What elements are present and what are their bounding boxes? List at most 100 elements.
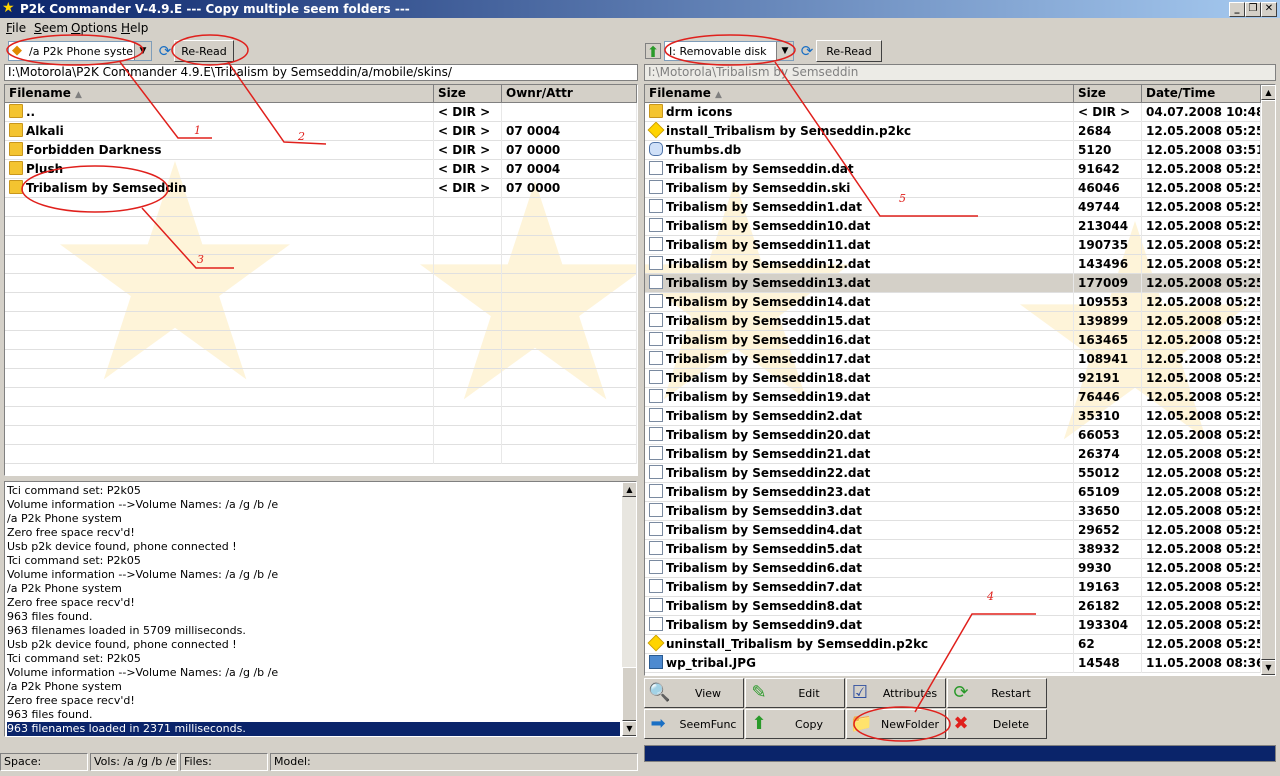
table-row[interactable]: Tribalism by Semseddin1.dat 49744 12.05.20… [645, 198, 1261, 217]
table-row[interactable]: Tribalism by Semseddin22.dat 55012 12.05.2… [645, 464, 1261, 483]
right-drive-select[interactable]: I: Removable disk ▼ [664, 41, 794, 61]
log-line[interactable]: Zero free space recv'd! [7, 596, 620, 610]
table-row[interactable]: wp_tribal.JPG 14548 11.05.2008 08:36 [645, 654, 1261, 673]
table-row[interactable]: Tribalism by Semseddin19.dat 76446 12.05.2… [645, 388, 1261, 407]
table-row[interactable]: Tribalism by Semseddin.dat 91642 12.05.200… [645, 160, 1261, 179]
log-line[interactable]: 963 files found. [7, 610, 620, 624]
attributes-button[interactable]: ☑ Attributes [846, 678, 946, 708]
log-line[interactable]: Tci command set: P2k05 [7, 554, 620, 568]
log-line[interactable]: Zero free space recv'd! [7, 694, 620, 708]
menu-file[interactable]: File [6, 21, 26, 35]
column-attr-header[interactable]: Ownr/Attr [502, 85, 637, 103]
column-filename-header[interactable]: Filename ▲ [645, 85, 1074, 103]
log-line[interactable]: 963 filenames loaded in 5709 millisecond… [7, 624, 620, 638]
log-line[interactable]: Volume information -->Volume Names: /a /… [7, 498, 620, 512]
table-row[interactable]: uninstall_Tribalism by Semseddin.p2kc 62 1… [645, 635, 1261, 654]
table-row[interactable]: drm icons < DIR > 04.07.2008 10:48 [645, 103, 1261, 122]
log-line[interactable]: Usb p2k device found, phone connected ! [7, 540, 620, 554]
table-row[interactable]: Tribalism by Semseddin17.dat 108941 12.05.… [645, 350, 1261, 369]
table-row[interactable]: Tribalism by Semseddin14.dat 109553 12.05.… [645, 293, 1261, 312]
chevron-down-icon[interactable]: ▼ [134, 42, 151, 60]
table-row[interactable]: Tribalism by Semseddin20.dat 66053 12.05.2… [645, 426, 1261, 445]
table-row[interactable]: Tribalism by Semseddin18.dat 92191 12.05.2… [645, 369, 1261, 388]
delete-button[interactable]: ✖ Delete [947, 709, 1047, 739]
table-row[interactable]: Tribalism by Semseddin16.dat 163465 12.05.… [645, 331, 1261, 350]
right-file-list[interactable]: ★ ★ Filename ▲ Size Date/Time drm icons<… [644, 84, 1276, 676]
table-row[interactable]: Plush < DIR > 07 0004 [5, 160, 637, 179]
log-line[interactable]: 963 filenames loaded in 2371 millisecond… [7, 722, 620, 736]
column-date-header[interactable]: Date/Time [1142, 85, 1261, 103]
table-row[interactable]: Tribalism by Semseddin5.dat 38932 12.05.20… [645, 540, 1261, 559]
right-scrollbar[interactable]: ▲ ▼ [1261, 85, 1275, 675]
table-row[interactable]: Tribalism by Semseddin4.dat 29652 12.05.20… [645, 521, 1261, 540]
table-row[interactable]: .. < DIR > [5, 103, 637, 122]
copy-icon: ⬆ [751, 713, 767, 734]
table-row[interactable]: Tribalism by Semseddin12.dat 143496 12.05.… [645, 255, 1261, 274]
table-row[interactable]: Thumbs.db 5120 12.05.2008 03:51 [645, 141, 1261, 160]
right-reread-button[interactable]: Re-Read [816, 40, 882, 62]
log-line[interactable]: Tci command set: P2k05 [7, 652, 620, 666]
table-row[interactable]: Forbidden Darkness < DIR > 07 0000 [5, 141, 637, 160]
column-filename-header[interactable]: Filename ▲ [5, 85, 434, 103]
left-reread-button[interactable]: Re-Read [174, 40, 234, 62]
refresh-icon[interactable]: ⟳ [799, 43, 815, 59]
log-line[interactable]: /a P2k Phone system [7, 512, 620, 526]
table-row[interactable]: Tribalism by Semseddin15.dat 139899 12.05.… [645, 312, 1261, 331]
right-path-field[interactable]: I:\Motorola\Tribalism by Semseddin [644, 64, 1276, 81]
scroll-down-icon[interactable]: ▼ [622, 721, 636, 736]
table-row[interactable]: Tribalism by Semseddin23.dat 65109 12.05.2… [645, 483, 1261, 502]
log-line[interactable]: Volume information -->Volume Names: /a /… [7, 568, 620, 582]
close-button[interactable]: ✕ [1261, 2, 1277, 17]
refresh-icon[interactable]: ⟳ [157, 43, 173, 59]
log-line[interactable]: Volume information -->Volume Names: /a /… [7, 666, 620, 680]
table-row[interactable]: Tribalism by Semseddin21.dat 26374 12.05.2… [645, 445, 1261, 464]
menu-options[interactable]: Options [71, 21, 117, 35]
left-drive-select[interactable]: ◆ /a P2k Phone system ▼ [8, 41, 152, 61]
seemfunc-button[interactable]: ➡ SeemFunc [644, 709, 744, 739]
view-button[interactable]: 🔍 View [644, 678, 744, 708]
scroll-thumb[interactable] [1261, 100, 1275, 660]
column-size-header[interactable]: Size [1074, 85, 1142, 103]
log-line[interactable]: 963 files found. [7, 708, 620, 722]
copy-button[interactable]: ⬆ Copy [745, 709, 845, 739]
table-row[interactable]: Tribalism by Semseddin2.dat 35310 12.05.20… [645, 407, 1261, 426]
table-row[interactable]: Tribalism by Semseddin9.dat 193304 12.05.2… [645, 616, 1261, 635]
up-arrow-icon[interactable]: ⬆ [645, 43, 661, 60]
log-panel[interactable]: Tci command set: P2k05 Volume information… [4, 481, 637, 737]
table-row[interactable]: Tribalism by Semseddin < DIR > 07 0000 [5, 179, 637, 198]
cell-text: 12.05.2008 05:25 [1146, 219, 1261, 233]
table-row[interactable]: Tribalism by Semseddin8.dat 26182 12.05.20… [645, 597, 1261, 616]
log-line[interactable]: Tci command set: P2k05 [7, 484, 620, 498]
newfolder-button[interactable]: 📁 NewFolder [846, 709, 946, 739]
table-row[interactable]: Tribalism by Semseddin6.dat 9930 12.05.200… [645, 559, 1261, 578]
left-path-field[interactable]: I:\Motorola\P2K Commander 4.9.E\Tribalis… [4, 64, 638, 81]
log-line[interactable]: /a P2k Phone system [7, 680, 620, 694]
table-row[interactable]: Tribalism by Semseddin10.dat 213044 12.05.… [645, 217, 1261, 236]
cell-text: 62 [1078, 637, 1095, 651]
table-row[interactable]: Tribalism by Semseddin3.dat 33650 12.05.20… [645, 502, 1261, 521]
minimize-button[interactable]: _ [1229, 2, 1245, 17]
edit-button[interactable]: ✎ Edit [745, 678, 845, 708]
table-row[interactable]: Tribalism by Semseddin.ski 46046 12.05.200… [645, 179, 1261, 198]
table-row[interactable]: Alkali < DIR > 07 0004 [5, 122, 637, 141]
scroll-thumb[interactable] [622, 667, 636, 721]
log-line[interactable]: Zero free space recv'd! [7, 526, 620, 540]
scroll-up-icon[interactable]: ▲ [1261, 85, 1275, 100]
restart-button[interactable]: ⟳ Restart [947, 678, 1047, 708]
log-scrollbar[interactable]: ▲ ▼ [622, 482, 636, 736]
menu-help[interactable]: Help [121, 21, 148, 35]
table-row[interactable]: Tribalism by Semseddin11.dat 190735 12.05.… [645, 236, 1261, 255]
menu-seem[interactable]: Seem [34, 21, 68, 35]
log-line[interactable]: /a P2k Phone system [7, 582, 620, 596]
table-row[interactable]: Tribalism by Semseddin13.dat 177009 12.05.… [645, 274, 1261, 293]
cell: 12.05.2008 05:25 [1142, 293, 1261, 312]
chevron-down-icon[interactable]: ▼ [776, 42, 793, 60]
scroll-down-icon[interactable]: ▼ [1261, 660, 1275, 675]
table-row[interactable]: Tribalism by Semseddin7.dat 19163 12.05.20… [645, 578, 1261, 597]
scroll-up-icon[interactable]: ▲ [622, 482, 636, 497]
log-line[interactable]: Usb p2k device found, phone connected ! [7, 638, 620, 652]
table-row[interactable]: install_Tribalism by Semseddin.p2kc 2684 1… [645, 122, 1261, 141]
column-size-header[interactable]: Size [434, 85, 502, 103]
left-file-list[interactable]: ★ ★ Filename ▲ Size Ownr/Attr ..< DIR >A… [4, 84, 638, 476]
restore-button[interactable]: ❐ [1245, 2, 1261, 17]
